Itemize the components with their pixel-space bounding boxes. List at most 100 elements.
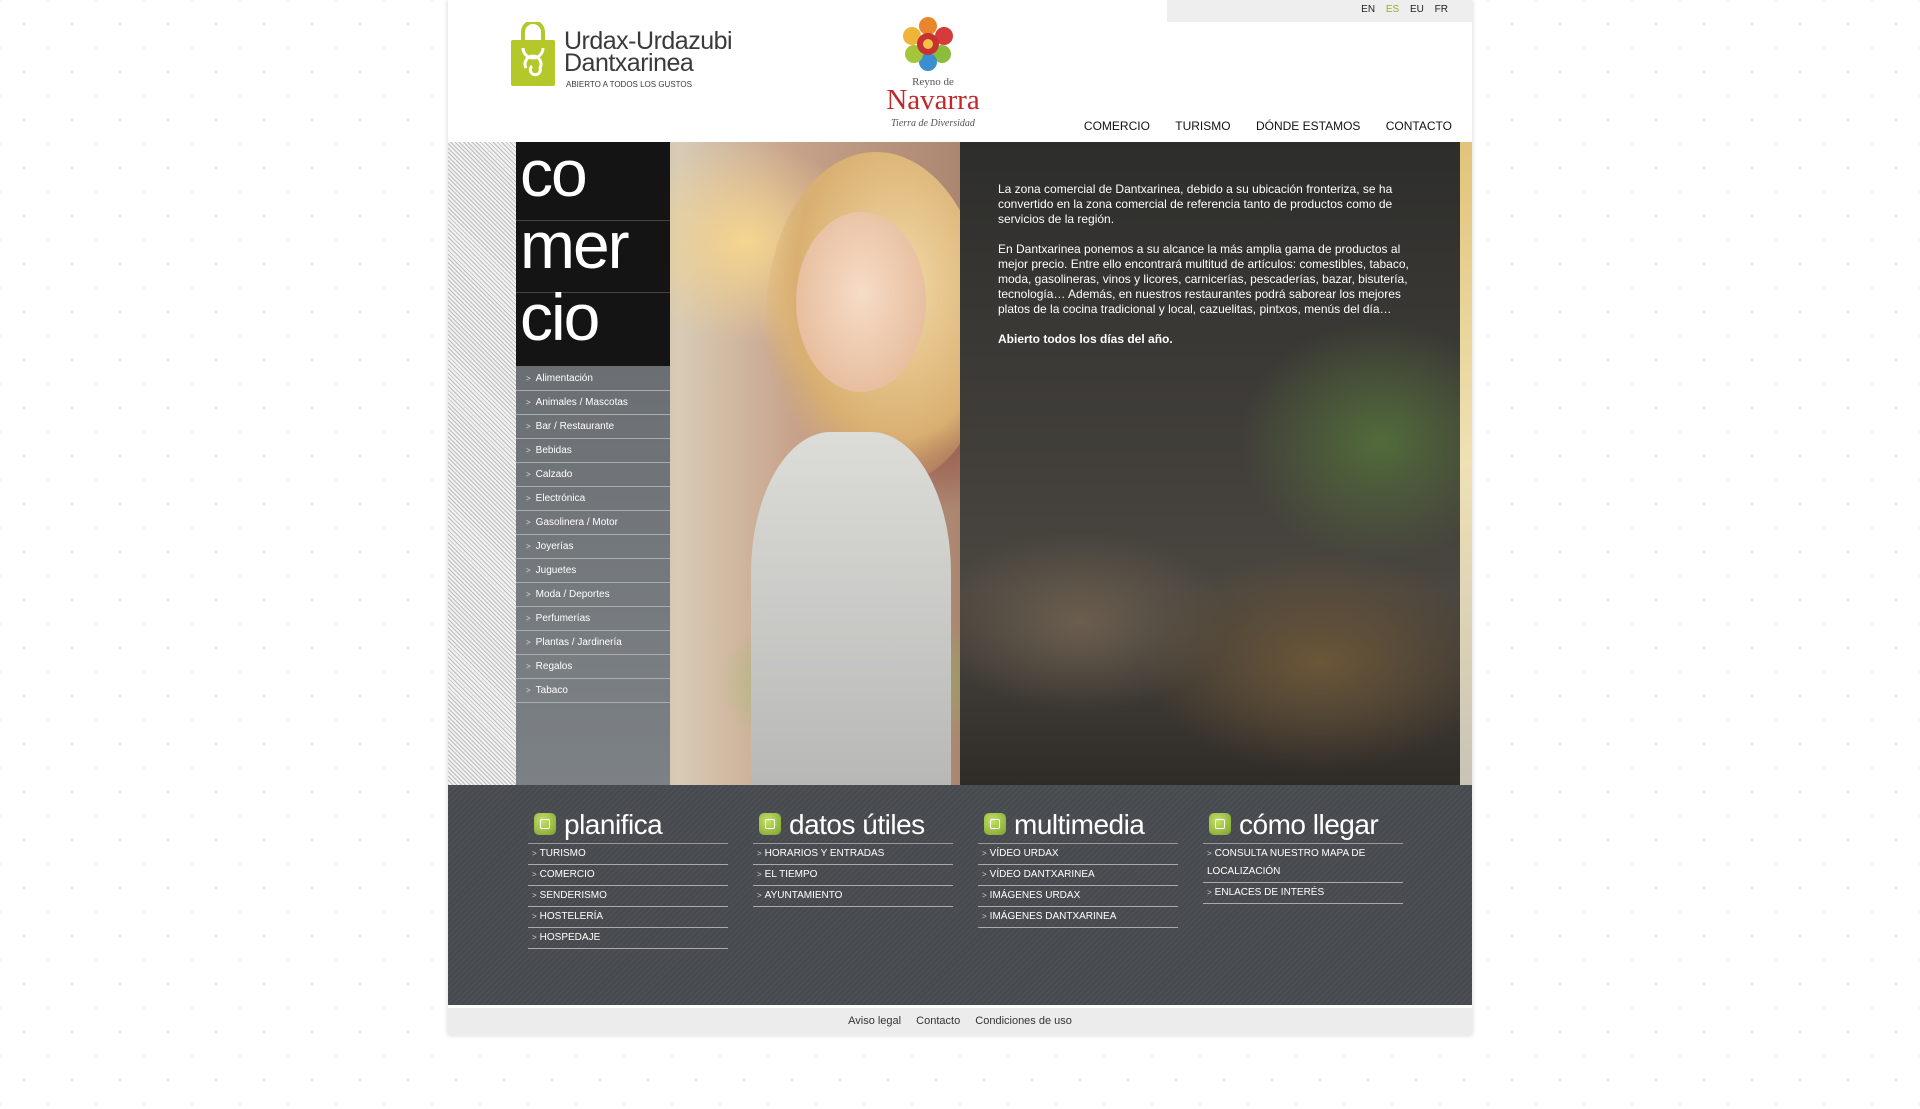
link-video-dantxarinea[interactable]: > VÍDEO DANTXARINEA <box>978 865 1178 886</box>
lang-es-link[interactable]: ES <box>1386 4 1399 15</box>
chevron-right-icon: > <box>526 422 531 431</box>
chevron-right-icon: > <box>532 891 537 900</box>
link-mapa-localizacion[interactable]: > CONSULTA NUESTRO MAPA DE LOCALIZACIÓN <box>1203 844 1403 883</box>
photo-woman-face <box>796 212 926 392</box>
category-item-plantas[interactable]: > Plantas / Jardinería <box>516 631 670 655</box>
chevron-right-icon: > <box>982 870 987 879</box>
calendar-icon <box>534 813 556 835</box>
category-item-electronica[interactable]: > Electrónica <box>516 487 670 511</box>
category-item-moda[interactable]: > Moda / Deportes <box>516 583 670 607</box>
column-header: cómo llegar <box>1203 807 1403 844</box>
language-bar: EN ES EU FR <box>1167 0 1472 22</box>
category-item-alimentacion[interactable]: > Alimentación <box>516 367 670 391</box>
link-imagenes-dantxarinea[interactable]: > IMÁGENES DANTXARINEA <box>978 907 1178 928</box>
map-icon <box>1209 813 1231 835</box>
hero-paragraph-1: La zona comercial de Dantxarinea, debido… <box>998 182 1393 226</box>
category-item-animales[interactable]: > Animales / Mascotas <box>516 391 670 415</box>
chevron-right-icon: > <box>526 446 531 455</box>
link-label: IMÁGENES URDAX <box>989 890 1081 901</box>
link-label: ENLACES DE INTERÉS <box>1214 887 1325 898</box>
chevron-right-icon: > <box>757 870 762 879</box>
chevron-right-icon: > <box>526 470 531 479</box>
link-video-urdax[interactable]: > VÍDEO URDAX <box>978 844 1178 865</box>
brand-tagline: ABIERTO A TODOS LOS GUSTOS <box>566 80 692 89</box>
brand-name: Urdax-Urdazubi Dantxarinea <box>564 29 733 76</box>
category-item-juguetes[interactable]: > Juguetes <box>516 559 670 583</box>
column-como-llegar: cómo llegar > CONSULTA NUESTRO MAPA DE LO… <box>1203 807 1403 904</box>
lang-eu-link[interactable]: EU <box>1410 4 1424 15</box>
footer-links: Aviso legal Contacto Condiciones de uso <box>448 1015 1472 1027</box>
link-hosteleria[interactable]: > HOSTELERÍA <box>528 907 728 928</box>
category-label: Calzado <box>535 469 573 480</box>
category-item-perfumerias[interactable]: > Perfumerías <box>516 607 670 631</box>
navarra-logo[interactable]: Reyno de Navarra Tierra de Diversidad <box>868 14 1008 134</box>
link-label: HOSPEDAJE <box>539 932 601 943</box>
hero-section: La zona comercial de Dantxarinea, debido… <box>448 142 1472 785</box>
chevron-right-icon: > <box>526 686 531 695</box>
category-item-gasolinera[interactable]: > Gasolinera / Motor <box>516 511 670 535</box>
chevron-right-icon: > <box>982 891 987 900</box>
section-title-block: co mer cio <box>516 142 670 366</box>
link-el-tiempo[interactable]: > EL TIEMPO <box>753 865 953 886</box>
category-label: Gasolinera / Motor <box>535 517 618 528</box>
navarra-subtitle: Tierra de Diversidad <box>891 118 975 129</box>
nav-turismo[interactable]: TURISMO <box>1175 119 1230 133</box>
chevron-right-icon: > <box>526 374 531 383</box>
chevron-right-icon: > <box>526 614 531 623</box>
hero-description: La zona comercial de Dantxarinea, debido… <box>998 182 1418 362</box>
navarra-title: Navarra <box>886 84 980 116</box>
link-turismo[interactable]: > TURISMO <box>528 844 728 865</box>
info-chart-icon <box>759 813 781 835</box>
category-item-regalos[interactable]: > Regalos <box>516 655 670 679</box>
link-label: CONSULTA NUESTRO MAPA DE LOCALIZACIÓN <box>1207 848 1366 877</box>
lang-fr-link[interactable]: FR <box>1435 4 1448 15</box>
link-label: VÍDEO URDAX <box>989 848 1059 859</box>
link-label: COMERCIO <box>539 869 595 880</box>
category-label: Bar / Restaurante <box>535 421 615 432</box>
footer-contacto-link[interactable]: Contacto <box>916 1015 960 1027</box>
nav-comercio[interactable]: COMERCIO <box>1084 119 1150 133</box>
nav-contacto[interactable]: CONTACTO <box>1386 119 1452 133</box>
chevron-right-icon: > <box>532 849 537 858</box>
nav-donde-estamos[interactable]: DÓNDE ESTAMOS <box>1256 119 1360 133</box>
category-item-tabaco[interactable]: > Tabaco <box>516 679 670 703</box>
link-label: SENDERISMO <box>539 890 607 901</box>
chevron-right-icon: > <box>982 849 987 858</box>
shopping-bag-logo-icon <box>511 22 555 86</box>
link-comercio[interactable]: > COMERCIO <box>528 865 728 886</box>
column-datos-utiles: datos útiles > HORARIOS Y ENTRADAS > EL TI… <box>753 807 953 907</box>
chevron-right-icon: > <box>982 912 987 921</box>
link-enlaces-interes[interactable]: > ENLACES DE INTERÉS <box>1203 883 1403 904</box>
footer-aviso-legal-link[interactable]: Aviso legal <box>848 1015 901 1027</box>
category-item-bebidas[interactable]: > Bebidas <box>516 439 670 463</box>
footer-condiciones-link[interactable]: Condiciones de uso <box>975 1015 1072 1027</box>
hero-paragraph-2: En Dantxarinea ponemos a su alcance la m… <box>998 242 1409 316</box>
page-container: EN ES EU FR Urdax-Urdazubi Dantxarinea A… <box>448 0 1472 1035</box>
brand-logo[interactable]: Urdax-Urdazubi Dantxarinea ABIERTO A TOD… <box>508 20 768 90</box>
chevron-right-icon: > <box>532 933 537 942</box>
category-label: Plantas / Jardinería <box>535 637 622 648</box>
category-label: Tabaco <box>535 685 568 696</box>
column-header: multimedia <box>978 807 1178 844</box>
category-item-joyerias[interactable]: > Joyerías <box>516 535 670 559</box>
column-title: cómo llegar <box>1239 809 1379 840</box>
link-label: IMÁGENES DANTXARINEA <box>989 911 1117 922</box>
column-title: multimedia <box>1014 809 1145 840</box>
column-planifica: planifica > TURISMO > COMERCIO > SENDERISMO… <box>528 807 728 949</box>
link-label: HORARIOS Y ENTRADAS <box>764 848 885 859</box>
link-senderismo[interactable]: > SENDERISMO <box>528 886 728 907</box>
chevron-right-icon: > <box>526 590 531 599</box>
navarra-flower-icon <box>903 17 953 71</box>
category-item-calzado[interactable]: > Calzado <box>516 463 670 487</box>
chevron-right-icon: > <box>526 638 531 647</box>
link-horarios[interactable]: > HORARIOS Y ENTRADAS <box>753 844 953 865</box>
link-label: AYUNTAMIENTO <box>764 890 843 901</box>
link-imagenes-urdax[interactable]: > IMÁGENES URDAX <box>978 886 1178 907</box>
link-hospedaje[interactable]: > HOSPEDAJE <box>528 928 728 949</box>
category-item-bar[interactable]: > Bar / Restaurante <box>516 415 670 439</box>
link-label: VÍDEO DANTXARINEA <box>989 869 1095 880</box>
chevron-right-icon: > <box>1207 888 1212 897</box>
link-ayuntamiento[interactable]: > AYUNTAMIENTO <box>753 886 953 907</box>
quick-links-panel: planifica > TURISMO > COMERCIO > SENDERISMO… <box>448 785 1472 1005</box>
lang-en-link[interactable]: EN <box>1361 4 1375 15</box>
